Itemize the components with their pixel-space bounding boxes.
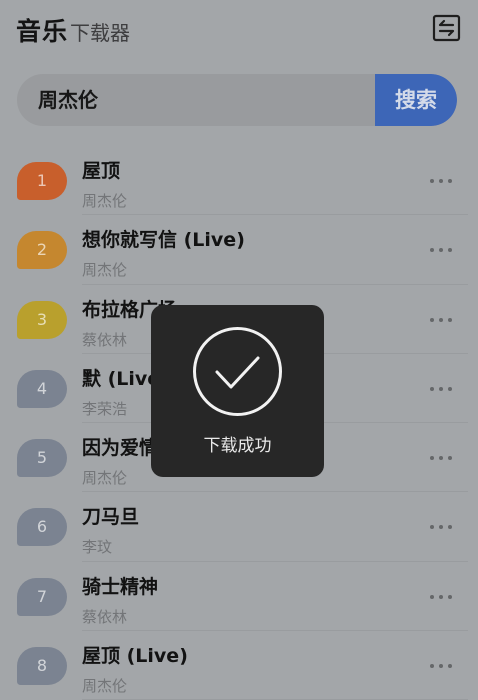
more-dot-icon (448, 317, 452, 322)
song-artist: 周杰伦 (82, 677, 128, 696)
more-dot-icon (430, 664, 434, 669)
song-artist: 李荣浩 (82, 399, 128, 418)
more-options-button[interactable] (430, 522, 456, 532)
rank-badge: 2 (17, 231, 67, 270)
rank-badge: 6 (17, 508, 67, 547)
more-dot-icon (448, 386, 452, 391)
more-dot-icon (430, 386, 434, 391)
song-row[interactable]: 2 想你就写信 (Live) 周杰伦 (0, 215, 478, 285)
toast-message: 下载成功 (203, 436, 272, 456)
song-row[interactable]: 6 刀马旦李玟 (0, 492, 478, 563)
more-options-button[interactable] (430, 592, 456, 602)
song-row[interactable]: 1 屋顶周杰伦 (0, 146, 478, 216)
rank-badge: 4 (17, 369, 67, 408)
song-title: 屋顶 (82, 160, 121, 182)
more-dot-icon (430, 525, 434, 530)
more-dot-icon (439, 179, 443, 183)
more-dot-icon (448, 664, 452, 669)
rank-badge: 5 (17, 439, 67, 478)
more-dot-icon (439, 456, 443, 461)
song-artist: 周杰伦 (82, 261, 128, 280)
check-circle-icon (193, 327, 282, 416)
song-artist: 周杰伦 (82, 192, 128, 210)
more-dot-icon (448, 248, 452, 253)
more-dot-icon (448, 525, 452, 530)
song-row[interactable]: 8 屋顶 (Live) 周杰伦 (0, 631, 478, 700)
song-row[interactable]: 7 骑士精神蔡依林 (0, 562, 478, 632)
switch-source-button[interactable] (432, 14, 462, 42)
rank-badge: 3 (17, 300, 67, 339)
more-options-button[interactable] (430, 384, 456, 394)
more-dot-icon (448, 594, 452, 599)
song-title: 屋顶 (Live) (82, 645, 188, 668)
swap-horizontal-icon (432, 14, 461, 42)
song-title: 刀马旦 (82, 506, 140, 529)
song-artist: 李玟 (82, 538, 113, 557)
more-options-button[interactable] (430, 453, 456, 463)
more-options-button[interactable] (430, 315, 456, 325)
more-dot-icon (430, 179, 434, 183)
more-dot-icon (430, 594, 434, 599)
more-dot-icon (439, 248, 443, 253)
more-dot-icon (430, 456, 434, 461)
more-dot-icon (439, 594, 443, 599)
app-title: 音乐 (16, 17, 69, 46)
more-dot-icon (448, 456, 452, 461)
song-artist: 蔡依林 (82, 607, 128, 626)
download-toast: 下载成功 (151, 305, 324, 477)
more-dot-icon (439, 664, 443, 669)
song-title: 因为爱情 (82, 437, 159, 460)
more-dot-icon (448, 179, 452, 183)
more-dot-icon (439, 386, 443, 391)
rank-badge: 8 (17, 647, 67, 686)
rank-badge: 1 (17, 162, 67, 200)
search-input[interactable]: 周杰伦 (38, 74, 98, 126)
more-dot-icon (439, 525, 443, 530)
more-options-button[interactable] (430, 661, 456, 671)
more-dot-icon (439, 317, 443, 322)
more-options-button[interactable] (430, 245, 456, 255)
more-options-button[interactable] (430, 176, 456, 186)
search-button[interactable]: 搜索 (375, 74, 457, 126)
song-title: 想你就写信 (Live) (82, 229, 245, 252)
song-title: 骑士精神 (82, 575, 159, 598)
song-artist: 周杰伦 (82, 469, 128, 488)
app-brand: 音乐 下载器 (16, 12, 130, 48)
app-header: 音乐 下载器 (0, 0, 478, 60)
song-artist: 蔡依林 (82, 330, 128, 349)
more-dot-icon (430, 248, 434, 253)
rank-badge: 7 (17, 577, 67, 616)
search-bar: 周杰伦 搜索 (17, 74, 457, 126)
app-subtitle: 下载器 (70, 21, 131, 45)
more-dot-icon (430, 317, 434, 322)
